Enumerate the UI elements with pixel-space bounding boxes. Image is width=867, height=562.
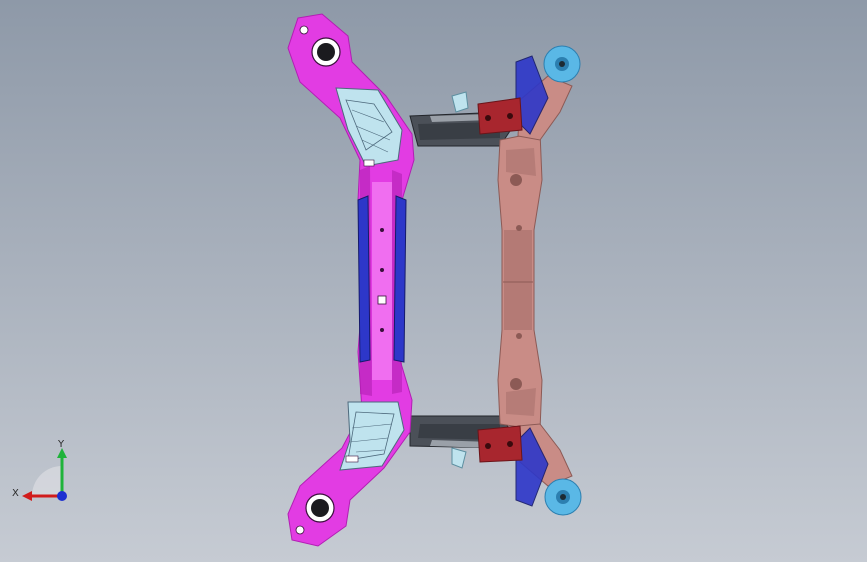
- cad-viewport[interactable]: Y X: [0, 0, 867, 562]
- rear-cross-beam[interactable]: [497, 131, 543, 431]
- front-crossmember[interactable]: [287, 13, 415, 547]
- triad-base-quadrant: [32, 466, 62, 496]
- x-axis-label: X: [12, 488, 19, 499]
- coordinate-triad: Y X: [12, 439, 67, 501]
- rear-lower-bushing[interactable]: [544, 478, 582, 516]
- z-axis-dot: [57, 491, 67, 501]
- x-axis-arrow: [22, 491, 32, 501]
- subframe-model[interactable]: [0, 0, 867, 562]
- lower-mount-bracket[interactable]: [477, 425, 523, 463]
- upper-mount-bracket[interactable]: [477, 97, 523, 135]
- y-axis-label: Y: [57, 439, 65, 450]
- rear-upper-bushing[interactable]: [543, 45, 581, 83]
